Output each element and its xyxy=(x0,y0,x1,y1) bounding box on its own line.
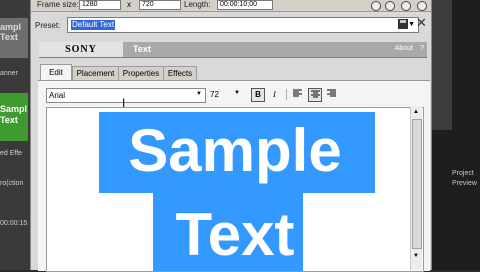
project-label: Project xyxy=(452,170,474,177)
background-left-panel: ampl Text anner Sampl Text ed Effe ro(сt… xyxy=(0,0,30,270)
italic-button[interactable]: I xyxy=(268,88,281,101)
background-label: anner xyxy=(0,70,18,77)
media-thumbnail-text: ampl Text xyxy=(0,22,22,42)
chevron-down-icon[interactable]: ▼ xyxy=(234,90,240,96)
settings-icon[interactable] xyxy=(371,1,381,11)
align-right-button[interactable] xyxy=(325,88,338,101)
delete-preset-icon[interactable]: ✕ xyxy=(416,16,427,30)
preview-label: Preview xyxy=(452,180,477,187)
tab-effects[interactable]: Effects xyxy=(163,66,197,80)
background-right-panel: Project Preview xyxy=(430,0,480,270)
length-label: Length: xyxy=(184,0,211,9)
frame-size-separator: x xyxy=(127,0,131,9)
frame-width-field[interactable]: 1280 xyxy=(79,0,121,10)
scroll-up-icon[interactable]: ▲ xyxy=(413,109,419,115)
background-panel-block xyxy=(430,0,452,130)
selected-media-clip-text: Sampl Text xyxy=(0,104,28,125)
save-preset-icon[interactable] xyxy=(398,19,408,29)
text-edit-area[interactable]: Sample Text xyxy=(46,107,424,272)
frame-height-field[interactable]: 720 xyxy=(139,0,181,10)
frame-size-label: Frame size: xyxy=(37,0,79,9)
vertical-scrollbar[interactable]: ▲ ▼ xyxy=(410,107,422,270)
background-label: 00:00:15 xyxy=(0,220,28,227)
preset-dropdown[interactable]: Default Text ▼ xyxy=(67,17,419,33)
tab-edit[interactable]: Edit xyxy=(40,64,72,81)
align-center-button[interactable] xyxy=(308,88,322,102)
align-center-icon xyxy=(310,90,320,98)
tab-properties[interactable]: Properties xyxy=(118,66,164,80)
sony-logo: SONY xyxy=(39,42,123,57)
bold-button[interactable]: B xyxy=(251,88,265,102)
frame-settings-bar: Frame size: 1280 x 720 Length: 00:00:10;… xyxy=(31,0,431,12)
toolbar-divider xyxy=(286,89,287,100)
tab-placement[interactable]: Placement xyxy=(72,66,119,80)
sample-text-line-2[interactable]: Text xyxy=(47,204,423,266)
preset-value: Default Text xyxy=(71,20,116,30)
plugin-header: SONY Text About ? xyxy=(39,42,427,58)
chevron-down-icon[interactable]: ▼ xyxy=(408,21,415,28)
scroll-down-icon[interactable]: ▼ xyxy=(413,253,419,259)
help-link[interactable]: ? xyxy=(420,45,424,52)
font-family-dropdown[interactable]: Arial ▼ xyxy=(46,88,206,103)
plugin-name: Text xyxy=(133,44,151,54)
align-left-button[interactable] xyxy=(291,88,304,101)
background-label: ro(сtion xyxy=(0,180,24,187)
font-family-value: Arial xyxy=(49,91,66,100)
sample-text-line-1[interactable]: Sample xyxy=(47,120,423,182)
clock-icon[interactable] xyxy=(385,1,395,11)
about-link[interactable]: About xyxy=(395,45,413,52)
preview-icon[interactable] xyxy=(401,1,411,11)
align-left-icon xyxy=(293,89,302,97)
font-size-value: 72 xyxy=(210,90,219,99)
length-field[interactable]: 00:00:10;00 xyxy=(217,0,273,10)
background-label: ed Effe xyxy=(0,150,23,157)
scrollbar-thumb[interactable] xyxy=(412,119,422,249)
font-size-dropdown[interactable]: 72 ▼ xyxy=(208,88,242,101)
preset-label: Preset: xyxy=(35,21,61,30)
align-right-icon xyxy=(327,89,336,97)
refresh-icon[interactable] xyxy=(417,1,427,11)
chevron-down-icon[interactable]: ▼ xyxy=(196,91,202,97)
